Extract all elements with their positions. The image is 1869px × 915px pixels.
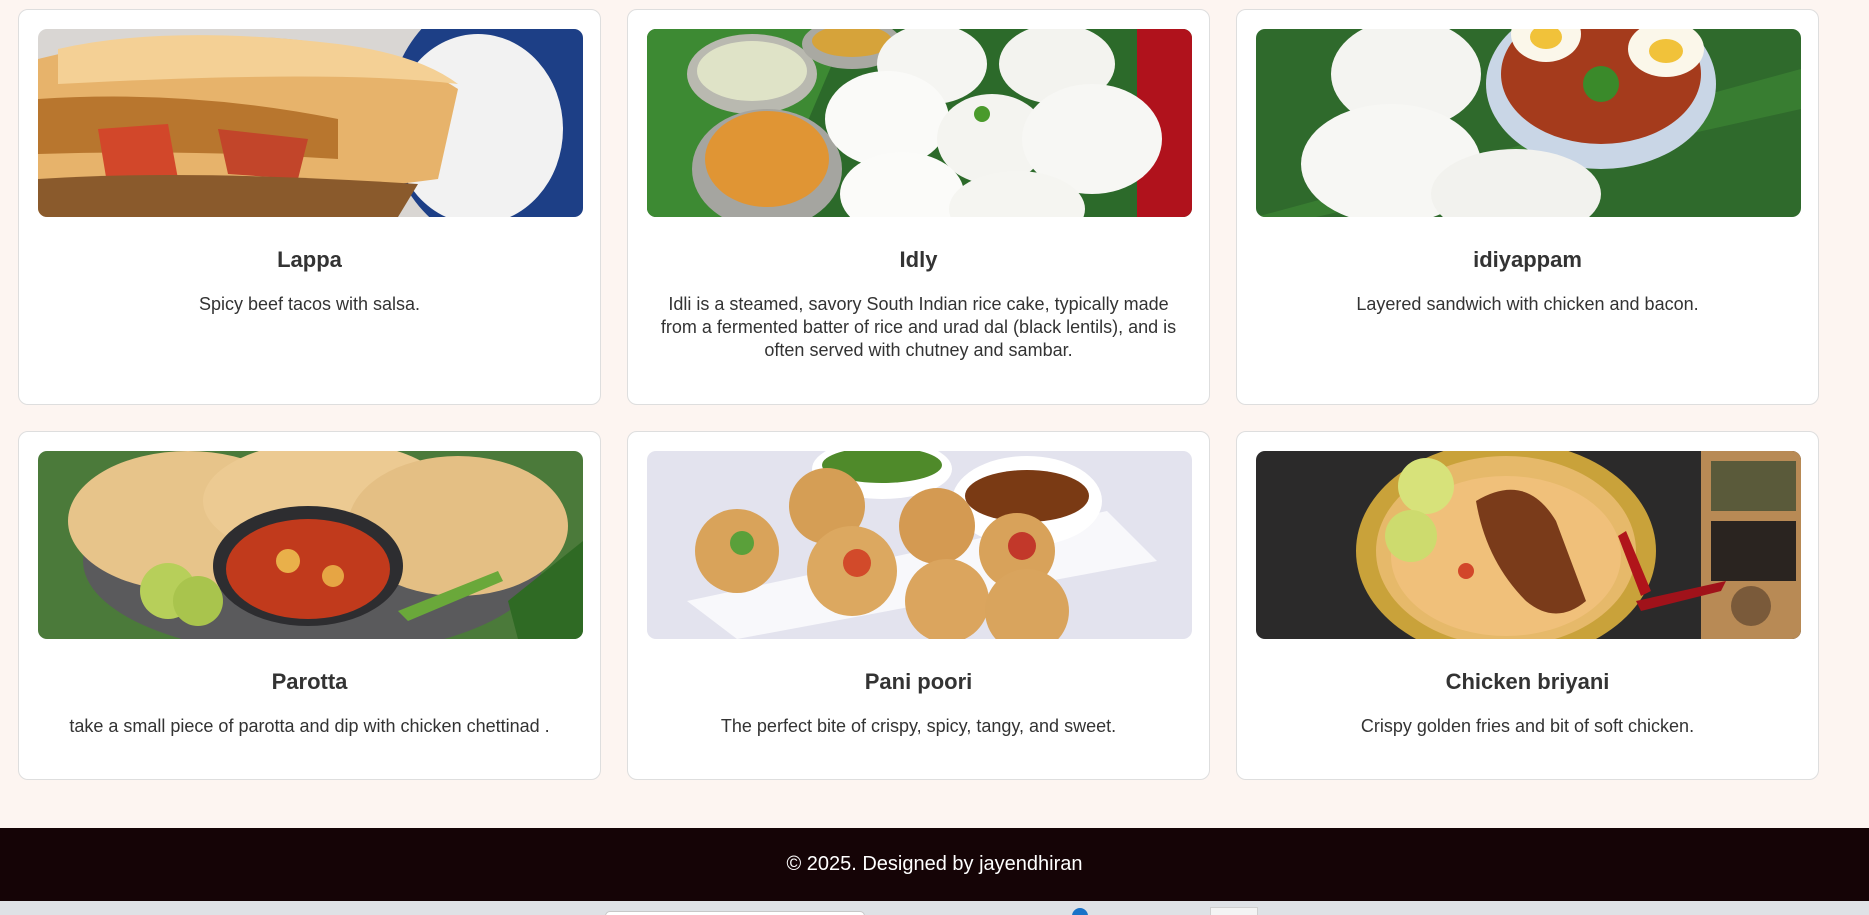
card-description: The perfect bite of crispy, spicy, tangy… — [720, 716, 1117, 736]
food-card-pani-poori: Pani poori The perfect bite of crispy, s… — [627, 431, 1210, 780]
lasagna-photo — [38, 29, 583, 217]
card-description: Spicy beef tacos with salsa. — [198, 294, 421, 314]
food-card-chicken-briyani: Chicken briyani Crispy golden fries and … — [1236, 431, 1819, 780]
food-card-grid: Lappa Spicy beef tacos with salsa. Idly … — [18, 9, 1820, 780]
taskbar-search-pill[interactable] — [605, 911, 865, 915]
card-description: Crispy golden fries and bit of soft chic… — [1360, 716, 1695, 736]
card-description: take a small piece of parotta and dip wi… — [69, 716, 550, 736]
card-title: Chicken briyani — [1445, 669, 1610, 694]
card-description: Idli is a steamed, savory South Indian r… — [660, 294, 1177, 360]
idiyappam-photo — [1256, 29, 1801, 217]
browser-bottom-strip — [0, 901, 1869, 915]
card-title: Parotta — [271, 669, 348, 694]
food-card-idiyappam: idiyappam Layered sandwich with chicken … — [1236, 9, 1819, 405]
page-footer: © 2025. Designed by jayendhiran — [0, 828, 1869, 901]
card-title: Lappa — [277, 247, 342, 272]
parotta-photo — [38, 451, 583, 639]
footer-copyright: © 2025. Designed by jayendhiran — [786, 853, 1083, 875]
taskbar-button[interactable] — [1210, 907, 1258, 915]
chicken-briyani-photo — [1256, 451, 1801, 639]
card-title: Pani poori — [864, 669, 973, 694]
card-description: Layered sandwich with chicken and bacon. — [1356, 294, 1699, 314]
food-card-lappa: Lappa Spicy beef tacos with salsa. — [18, 9, 601, 405]
idli-photo — [647, 29, 1192, 217]
food-card-parotta: Parotta take a small piece of parotta an… — [18, 431, 601, 780]
food-card-idly: Idly Idli is a steamed, savory South Ind… — [627, 9, 1210, 405]
card-title: idiyappam — [1473, 247, 1582, 272]
card-title: Idly — [899, 247, 938, 272]
pani-poori-photo — [647, 451, 1192, 639]
